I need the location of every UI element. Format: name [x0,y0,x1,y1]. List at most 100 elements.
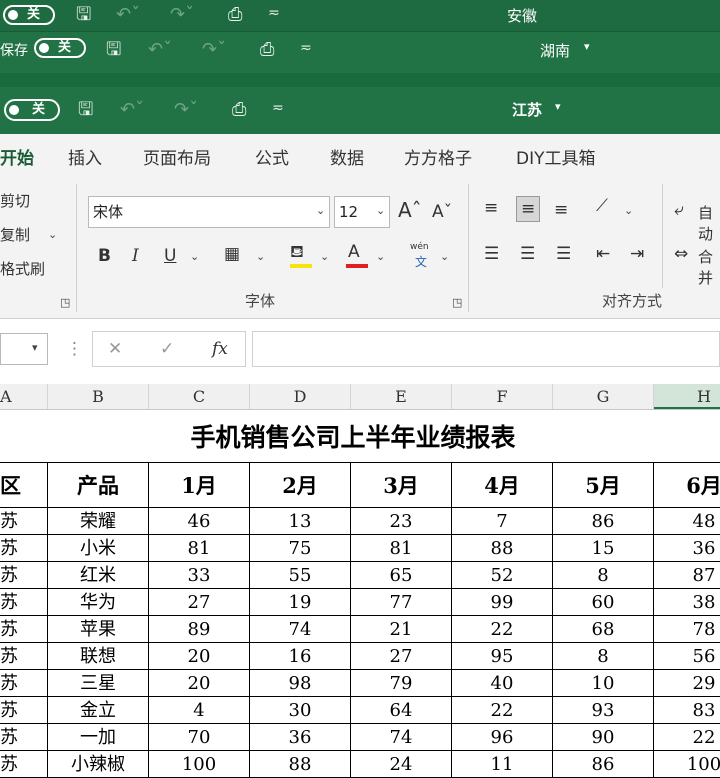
underline-button[interactable]: U [164,246,176,266]
table-cell[interactable]: 荣耀 [48,508,149,535]
sheet-title[interactable]: 手机销售公司上半年业绩报表 [148,418,558,454]
table-cell[interactable]: 苹果 [48,616,149,643]
insert-function-button[interactable]: fx [212,339,228,359]
table-cell[interactable]: 24 [351,751,452,778]
table-cell[interactable]: 60 [553,589,654,616]
column-header-b[interactable]: B [48,384,149,409]
table-header-cell[interactable]: 5月 [553,462,654,508]
align-middle-icon[interactable]: ≡ [516,196,541,222]
table-cell[interactable]: 86 [553,508,654,535]
table-cell[interactable]: 65 [351,562,452,589]
increase-font-icon[interactable]: Aˆ [398,200,422,220]
table-cell[interactable]: 27 [351,643,452,670]
orientation-icon[interactable]: ⟋ [596,196,608,216]
wrap-text-label[interactable]: 自动 [698,202,720,244]
italic-button[interactable]: I [132,246,139,266]
copy-dropdown-icon[interactable]: ⌄ [48,228,57,241]
table-cell[interactable]: 74 [250,616,351,643]
table-cell[interactable]: 89 [149,616,250,643]
table-cell[interactable]: 99 [452,589,553,616]
table-cell[interactable]: 联想 [48,643,149,670]
undo-icon[interactable]: ↶ˇ [148,40,172,60]
table-cell[interactable]: 20 [149,670,250,697]
copy-button[interactable]: 复制 [0,224,30,245]
name-box[interactable] [0,333,48,365]
customize-toolbar-icon[interactable]: ≂ [300,38,312,58]
table-cell[interactable]: 83 [654,697,720,724]
table-header-cell[interactable]: 6月 [654,462,720,508]
table-cell[interactable]: 100 [654,751,720,778]
table-cell[interactable]: 86 [553,751,654,778]
table-cell[interactable]: 苏 [0,751,48,778]
column-header-a[interactable]: A [0,384,48,409]
table-cell[interactable]: 8 [553,562,654,589]
underline-dropdown-icon[interactable]: ⌄ [190,250,199,263]
table-cell[interactable]: 7 [452,508,553,535]
tab-data[interactable]: 数据 [330,144,364,169]
column-header-c[interactable]: C [149,384,250,409]
table-cell[interactable]: 95 [452,643,553,670]
column-header-f[interactable]: F [452,384,553,409]
table-cell[interactable]: 55 [250,562,351,589]
cancel-icon[interactable]: ✕ [108,339,122,359]
autosave-toggle[interactable]: 关 [3,5,55,25]
table-cell[interactable]: 88 [250,751,351,778]
format-painter-button[interactable]: 格式刷 [0,258,45,279]
font-name-dropdown-icon[interactable]: ⌄ [316,204,325,217]
redo-icon[interactable]: ↷ˇ [170,5,194,25]
column-header-d[interactable]: D [250,384,351,409]
table-cell[interactable]: 20 [149,643,250,670]
table-cell[interactable]: 78 [654,616,720,643]
table-cell[interactable]: 38 [654,589,720,616]
table-cell[interactable]: 15 [553,535,654,562]
table-cell[interactable]: 90 [553,724,654,751]
table-cell[interactable]: 21 [351,616,452,643]
table-cell[interactable]: 29 [654,670,720,697]
font-name-select[interactable]: 宋体 [88,196,330,228]
save-icon[interactable]: 🖫 [78,100,93,120]
customize-toolbar-icon[interactable]: ≂ [268,3,280,23]
table-cell[interactable]: 81 [351,535,452,562]
undo-icon[interactable]: ↶ˇ [116,5,140,25]
table-cell[interactable]: 苏 [0,589,48,616]
table-cell[interactable]: 苏 [0,508,48,535]
table-cell[interactable]: 苏 [0,670,48,697]
save-icon[interactable]: 🖫 [76,5,91,25]
table-header-cell[interactable]: 区 [0,462,48,508]
table-header-cell[interactable]: 2月 [250,462,351,508]
table-cell[interactable]: 苏 [0,535,48,562]
font-size-dropdown-icon[interactable]: ⌄ [376,204,385,217]
column-header-e[interactable]: E [351,384,452,409]
table-cell[interactable]: 23 [351,508,452,535]
enter-icon[interactable]: ✓ [160,339,174,359]
column-header-h[interactable]: H [654,384,720,409]
increase-indent-icon[interactable]: ⇥ [630,244,644,264]
table-cell[interactable]: 22 [654,724,720,751]
table-cell[interactable]: 40 [452,670,553,697]
table-cell[interactable]: 96 [452,724,553,751]
bold-button[interactable]: B [98,246,111,266]
table-cell[interactable]: 70 [149,724,250,751]
table-cell[interactable]: 87 [654,562,720,589]
table-cell[interactable]: 16 [250,643,351,670]
autosave-toggle[interactable]: 关 [34,38,86,58]
table-cell[interactable]: 红米 [48,562,149,589]
table-cell[interactable]: 75 [250,535,351,562]
table-header-cell[interactable]: 3月 [351,462,452,508]
border-icon[interactable]: ▦ [224,244,240,264]
table-cell[interactable]: 22 [452,697,553,724]
formula-input[interactable] [252,331,720,367]
table-cell[interactable]: 苏 [0,616,48,643]
table-header-cell[interactable]: 1月 [149,462,250,508]
font-color-button[interactable]: A [348,242,360,262]
font-color-dropdown-icon[interactable]: ⌄ [376,250,385,263]
table-cell[interactable]: 93 [553,697,654,724]
title-dropdown-icon[interactable]: ▾ [584,40,590,53]
fill-color-dropdown-icon[interactable]: ⌄ [320,250,329,263]
table-cell[interactable]: 华为 [48,589,149,616]
merge-center-icon[interactable]: ⇔ [674,244,688,264]
autosave-toggle[interactable]: 关 [4,99,60,121]
table-cell[interactable]: 苏 [0,562,48,589]
table-cell[interactable]: 金立 [48,697,149,724]
tab-page-layout[interactable]: 页面布局 [143,144,211,169]
